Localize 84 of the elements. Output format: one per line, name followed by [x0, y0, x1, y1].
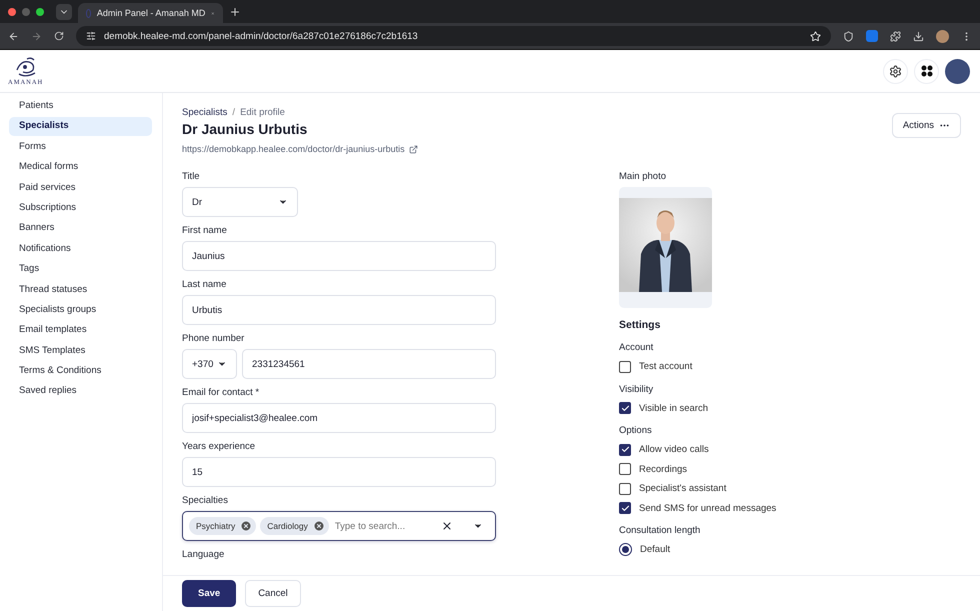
page-title: Dr Jaunius Urbutis	[182, 121, 308, 137]
checkbox-label: Allow video calls	[639, 444, 709, 455]
sidebar-item[interactable]: Notifications	[9, 240, 152, 258]
group-label: Account	[619, 342, 654, 353]
sidebar-item[interactable]: Subscriptions	[9, 198, 152, 218]
save-button[interactable]: Save	[182, 580, 236, 607]
breadcrumb-separator: /	[232, 107, 236, 118]
field-label: Email for contact *	[182, 387, 260, 398]
maximize-window-icon[interactable]	[36, 8, 44, 16]
sidebar-item[interactable]: Specialists groups	[9, 300, 152, 320]
breadcrumb-current: Edit profile	[240, 107, 285, 118]
grid-dots-icon	[920, 65, 932, 77]
checkbox[interactable]	[619, 402, 631, 414]
radio-button[interactable]	[619, 543, 632, 556]
checkbox[interactable]	[619, 360, 631, 372]
back-icon[interactable]	[8, 30, 19, 42]
sidebar-item[interactable]: Banners	[9, 219, 152, 238]
sidebar-item[interactable]: Forms	[9, 138, 152, 156]
settings-icon	[889, 64, 902, 78]
text-field[interactable]: Jaunius	[182, 241, 496, 271]
profile-link[interactable]: https://demobkapp.healee.com/doctor/dr-jaunius-urbutis	[182, 144, 418, 154]
forward-icon[interactable]	[31, 30, 42, 42]
breadcrumb-link[interactable]: Specialists	[182, 107, 228, 118]
star-icon[interactable]	[810, 30, 821, 42]
site-settings-icon[interactable]	[86, 31, 96, 41]
checkbox[interactable]	[619, 444, 631, 456]
browser-tab[interactable]: Admin Panel - Amanah MD	[78, 3, 223, 23]
reload-icon[interactable]	[54, 31, 64, 41]
group-label: Visibility	[619, 384, 654, 394]
close-window-icon[interactable]	[8, 8, 16, 16]
clear-icon[interactable]	[441, 520, 453, 532]
checkbox-label: Specialist's assistant	[639, 483, 726, 494]
title-select[interactable]: Dr	[182, 187, 298, 217]
country-code-select[interactable]: +370	[182, 349, 237, 379]
section-title: Settings	[619, 319, 662, 331]
external-link-icon	[408, 144, 418, 154]
field-label: Title	[182, 171, 201, 182]
actions-button[interactable]: Actions	[892, 113, 961, 138]
field-label: Main photo	[619, 171, 668, 182]
group-label: Consultation length	[619, 525, 702, 536]
cancel-button[interactable]: Cancel	[245, 580, 301, 607]
puzzle-icon[interactable]	[890, 30, 901, 42]
radio-label: Default	[640, 544, 670, 555]
sidebar-item[interactable]: Thread statuses	[9, 280, 152, 299]
sidebar-item[interactable]: Medical forms	[9, 158, 152, 177]
checkbox-label: Visible in search	[639, 402, 708, 414]
sidebar-item[interactable]: Specialists	[9, 117, 152, 136]
profile-avatar[interactable]	[936, 30, 949, 42]
sidebar-item[interactable]: Tags	[9, 260, 152, 279]
field-label: Last name	[182, 279, 228, 290]
sidebar-item[interactable]: Paid services	[9, 178, 152, 197]
checkbox[interactable]	[619, 502, 631, 514]
sidebar-item[interactable]: SMS Templates	[9, 342, 152, 360]
sidebar-item[interactable]: Terms & Conditions	[9, 362, 152, 380]
download-icon[interactable]	[913, 30, 924, 42]
checkbox-label: Send SMS for unread messages	[639, 502, 776, 514]
specialties-field[interactable]: Psychiatry Cardiology Type to search...	[182, 511, 496, 541]
remove-icon[interactable]	[240, 520, 252, 532]
field-label: Phone number	[182, 333, 246, 344]
text-field[interactable]: Urbutis	[182, 295, 496, 325]
specialty-tag: Cardiology	[260, 517, 329, 535]
field-label: Specialties	[182, 495, 229, 506]
apps-button[interactable]	[914, 58, 939, 84]
sidebar-item[interactable]: Email templates	[9, 321, 152, 340]
address-bar[interactable]: demobk.healee-md.com/panel-admin/doctor/6a287c01e276186c7c2b1613	[76, 26, 831, 46]
field-label: First name	[182, 225, 228, 236]
new-tab-icon[interactable]	[229, 6, 241, 18]
field-label: Language	[182, 549, 226, 560]
checkbox[interactable]	[619, 463, 631, 475]
field-label: Years experience	[182, 441, 256, 452]
specialty-tag: Psychiatry	[189, 517, 256, 535]
text-field[interactable]: 15	[182, 457, 496, 487]
remove-icon[interactable]	[312, 520, 325, 532]
phone-field[interactable]: 2331234561	[242, 349, 496, 379]
settings-button[interactable]	[883, 58, 908, 84]
sidebar-item[interactable]: Saved replies	[9, 382, 152, 401]
group-label: Options	[619, 425, 653, 436]
checkbox-label: Recordings	[639, 464, 688, 474]
text-field[interactable]: josif+specialist3@healee.com	[182, 403, 496, 433]
user-avatar[interactable]	[945, 58, 970, 84]
tab-list-button[interactable]	[56, 4, 72, 20]
sidebar-item[interactable]: Patients	[9, 97, 152, 116]
checkbox[interactable]	[619, 482, 631, 494]
checkbox-label: Test account	[639, 361, 692, 372]
